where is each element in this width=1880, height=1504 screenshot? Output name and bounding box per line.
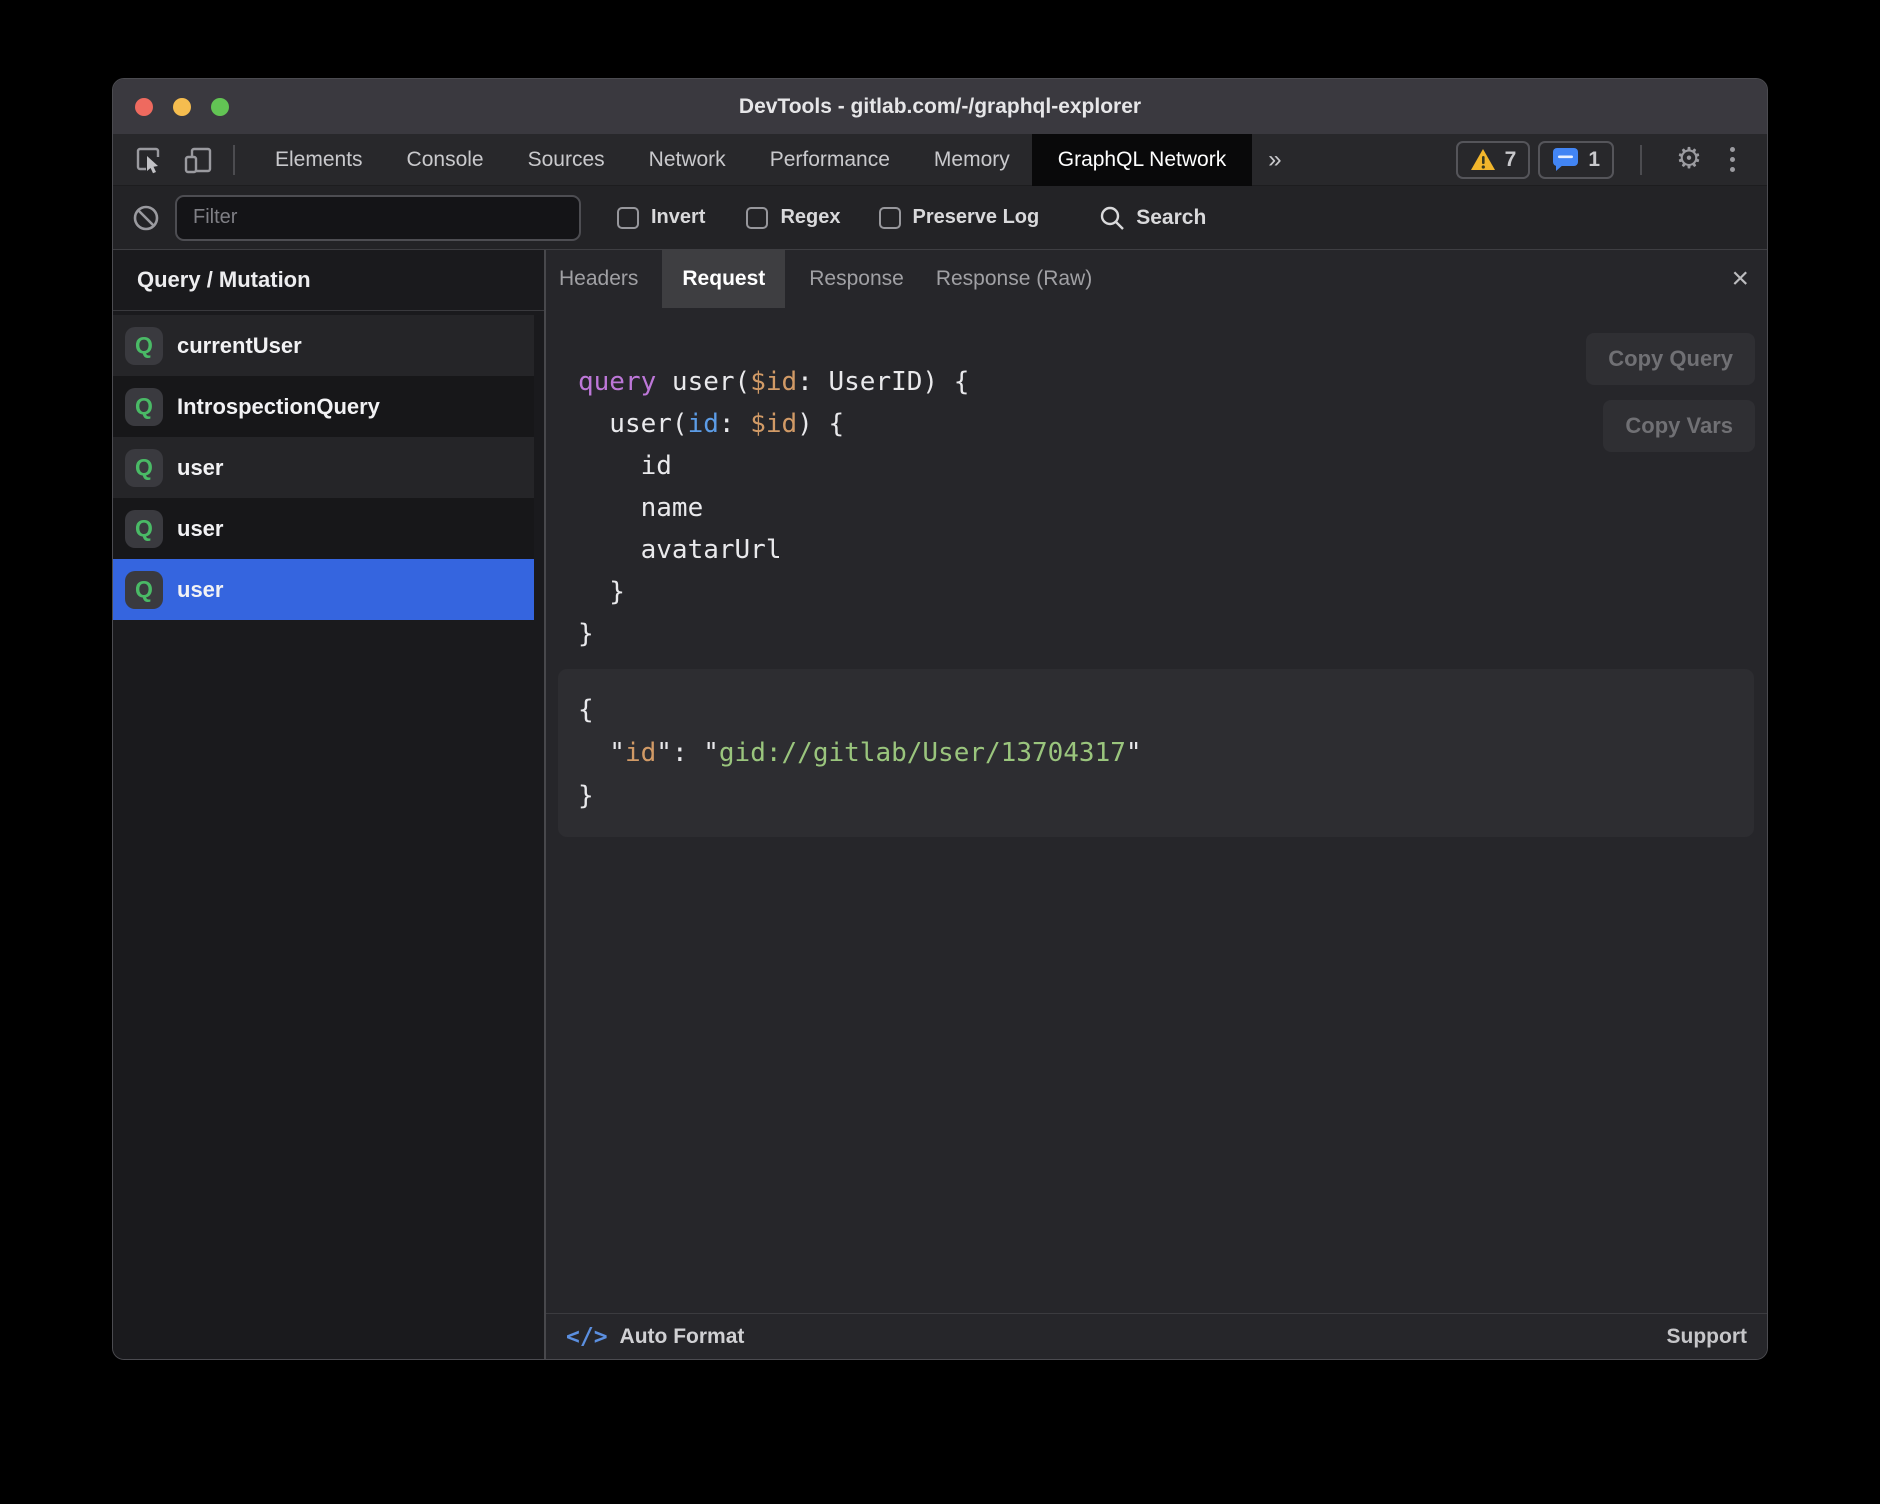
search-label: Search: [1136, 206, 1206, 230]
status-badges: 7 1 ⚙: [1456, 141, 1767, 179]
tab-response-raw[interactable]: Response (Raw): [920, 250, 1108, 308]
kebab-menu-icon[interactable]: [1718, 147, 1747, 172]
query-list-header: Query / Mutation: [113, 250, 544, 311]
copy-query-button[interactable]: Copy Query: [1586, 333, 1755, 385]
traffic-lights: [135, 79, 229, 134]
settings-gear-icon[interactable]: ⚙: [1668, 145, 1710, 174]
preserve-log-label: Preserve Log: [913, 206, 1040, 229]
detail-tabbar: Headers Request Response Response (Raw) …: [546, 250, 1767, 308]
device-toolbar-icon[interactable]: [181, 143, 215, 177]
tab-elements[interactable]: Elements: [253, 134, 385, 186]
sidebar-item-currentuser[interactable]: Q currentUser: [113, 315, 534, 376]
request-detail-panel: Headers Request Response Response (Raw) …: [546, 250, 1767, 1359]
query-item-label: user: [177, 516, 223, 542]
tab-graphql-network[interactable]: GraphQL Network: [1032, 134, 1252, 186]
query-type-badge: Q: [125, 327, 163, 365]
regex-label: Regex: [780, 206, 840, 229]
sidebar-item-user-2[interactable]: Q user: [113, 498, 534, 559]
query-item-label: currentUser: [177, 333, 302, 359]
sidebar-item-user-1[interactable]: Q user: [113, 437, 534, 498]
preserve-log-checkbox[interactable]: [879, 207, 901, 229]
query-type-badge: Q: [125, 449, 163, 487]
query-item-label: user: [177, 577, 223, 603]
clear-block-icon[interactable]: [129, 201, 163, 235]
tab-console[interactable]: Console: [385, 134, 506, 186]
window-titlebar[interactable]: DevTools - gitlab.com/-/graphql-explorer: [113, 79, 1767, 134]
query-type-badge: Q: [125, 510, 163, 548]
regex-checkbox[interactable]: [746, 207, 768, 229]
auto-format-button[interactable]: Auto Format: [620, 1325, 745, 1349]
tab-sources[interactable]: Sources: [506, 134, 627, 186]
copy-buttons: Copy Query Copy Vars: [1586, 333, 1755, 452]
close-window-button[interactable]: [135, 98, 153, 116]
detail-footer: </> Auto Format Support: [546, 1313, 1767, 1359]
issues-badge[interactable]: 1: [1538, 141, 1614, 179]
invert-checkbox[interactable]: [617, 207, 639, 229]
devtools-tabbar: Elements Console Sources Network Perform…: [113, 134, 1767, 186]
desktop-background: DevTools - gitlab.com/-/graphql-explorer: [0, 0, 1880, 1504]
search-control[interactable]: Search: [1099, 205, 1206, 231]
tab-headers[interactable]: Headers: [544, 250, 654, 308]
tab-response[interactable]: Response: [793, 250, 920, 308]
minimize-window-button[interactable]: [173, 98, 191, 116]
preserve-log-checkbox-group[interactable]: Preserve Log: [879, 206, 1040, 229]
more-tabs-chevron[interactable]: »: [1252, 146, 1297, 174]
filter-input[interactable]: [175, 195, 581, 241]
devtools-window: DevTools - gitlab.com/-/graphql-explorer: [112, 78, 1768, 1360]
warnings-badge[interactable]: 7: [1456, 141, 1531, 179]
copy-vars-button[interactable]: Copy Vars: [1603, 400, 1755, 452]
regex-checkbox-group[interactable]: Regex: [746, 206, 840, 229]
inspect-element-icon[interactable]: [131, 143, 165, 177]
invert-checkbox-group[interactable]: Invert: [617, 206, 705, 229]
query-type-badge: Q: [125, 571, 163, 609]
tab-request[interactable]: Request: [662, 250, 785, 308]
support-link[interactable]: Support: [1667, 1325, 1747, 1349]
issue-count: 1: [1588, 148, 1600, 172]
auto-format-icon: </>: [566, 1324, 608, 1350]
tab-network[interactable]: Network: [627, 134, 748, 186]
fullscreen-window-button[interactable]: [211, 98, 229, 116]
tab-memory[interactable]: Memory: [912, 134, 1032, 186]
search-icon: [1099, 205, 1125, 231]
window-title: DevTools - gitlab.com/-/graphql-explorer: [113, 79, 1767, 134]
warning-triangle-icon: [1470, 148, 1496, 171]
message-bubble-icon: [1552, 147, 1579, 172]
query-type-badge: Q: [125, 388, 163, 426]
query-item-label: IntrospectionQuery: [177, 394, 380, 420]
badges-divider: [1640, 145, 1642, 175]
graphql-query-code: query user($id: UserID) { user(id: $id) …: [578, 361, 969, 655]
content-area: Query / Mutation Q currentUser Q Introsp…: [113, 250, 1767, 1359]
graphql-variables-box: { "id": "gid://gitlab/User/13704317"}: [558, 669, 1754, 837]
warning-count: 7: [1505, 148, 1517, 172]
sidebar-item-introspectionquery[interactable]: Q IntrospectionQuery: [113, 376, 534, 437]
filter-toolbar: Invert Regex Preserve Log Search: [113, 186, 1767, 250]
query-list: Q currentUser Q IntrospectionQuery Q use…: [113, 311, 544, 620]
tab-performance[interactable]: Performance: [748, 134, 912, 186]
invert-label: Invert: [651, 206, 705, 229]
toolbar-divider: [233, 145, 235, 175]
close-detail-icon[interactable]: ×: [1731, 264, 1749, 294]
sidebar-item-user-3-selected[interactable]: Q user: [113, 559, 534, 620]
query-item-label: user: [177, 455, 223, 481]
query-list-panel: Query / Mutation Q currentUser Q Introsp…: [113, 250, 546, 1359]
